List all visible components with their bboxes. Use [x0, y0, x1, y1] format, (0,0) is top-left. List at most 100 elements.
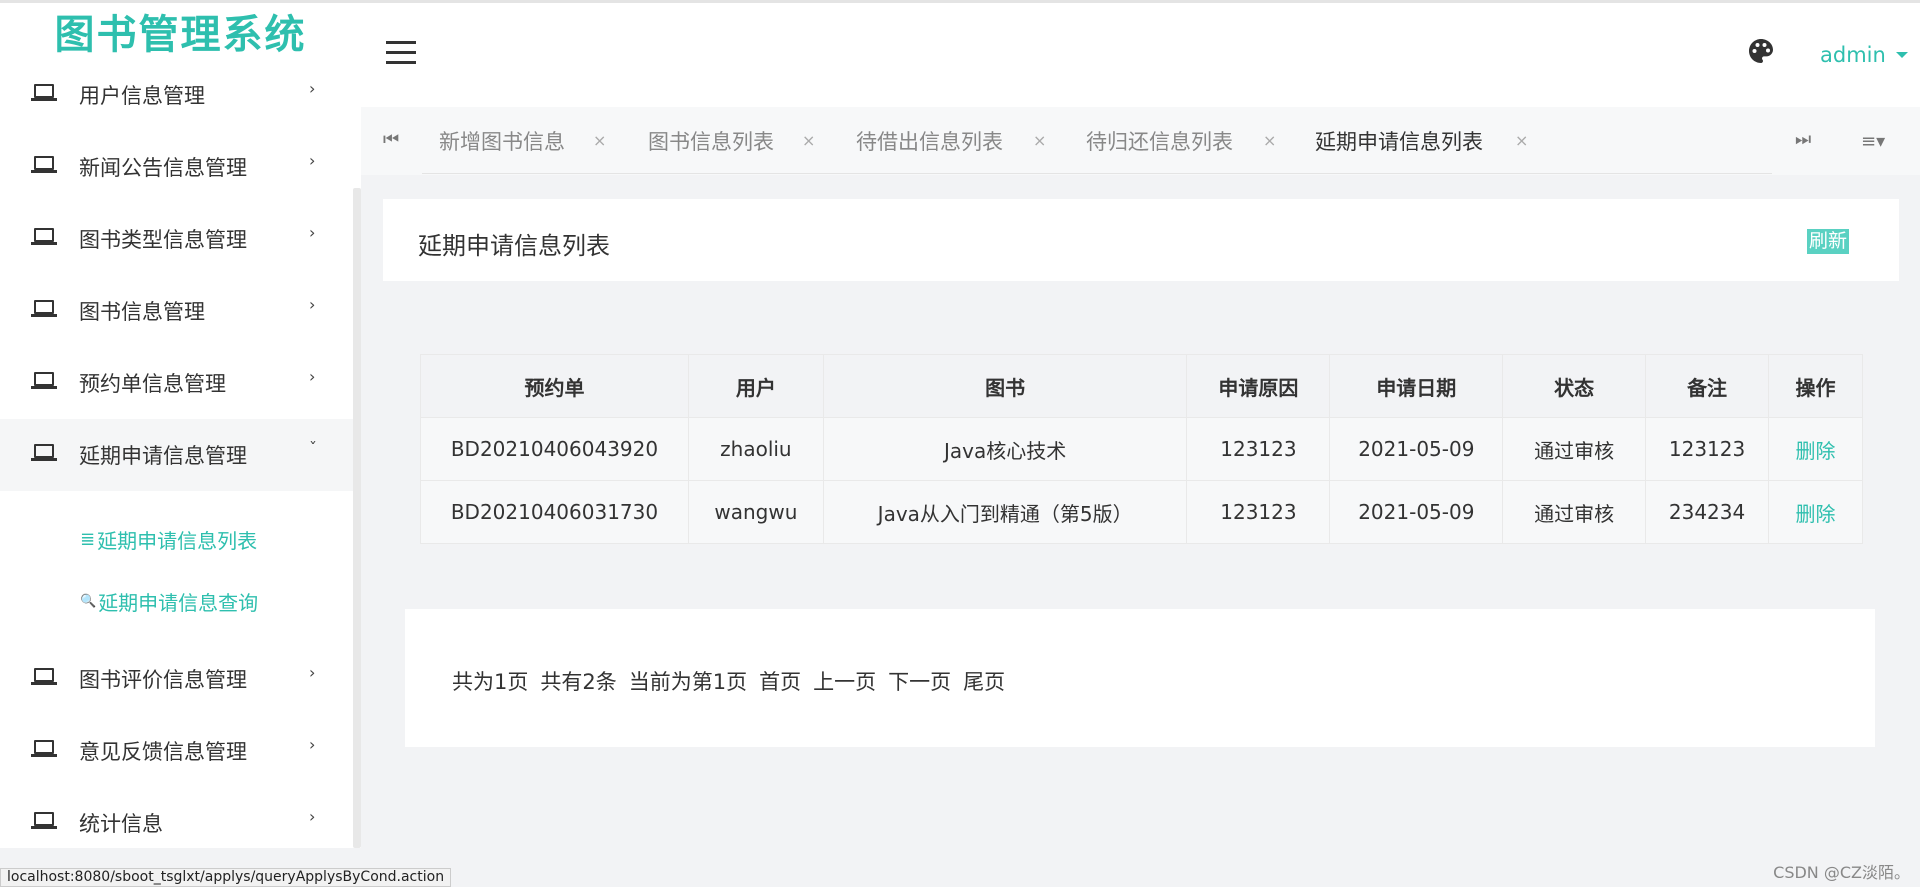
- submenu-item-label: 延期申请信息查询: [98, 591, 259, 615]
- tabs-divider: [422, 173, 1772, 174]
- tab-label: 图书信息列表: [648, 130, 774, 154]
- cell-user: wangwu: [687, 480, 824, 544]
- sidebar-item-label: 统计信息: [79, 812, 163, 836]
- pager-current-page: 当前为第1页: [628, 670, 748, 694]
- user-menu[interactable]: admin: [1820, 43, 1908, 67]
- laptop-icon: [31, 227, 57, 247]
- chevron-right-icon: ›: [309, 735, 316, 754]
- list-icon: ≣: [80, 529, 96, 550]
- pagination-panel: 共为1页 共有2条 当前为第1页 首页 上一页 下一页 尾页: [405, 609, 1875, 747]
- close-icon[interactable]: ×: [593, 131, 606, 150]
- table-header-row: 预约单 用户 图书 申请原因 申请日期 状态 备注 操作: [420, 354, 1863, 418]
- sidebar-item-books[interactable]: 图书信息管理 ›: [0, 275, 353, 347]
- column-header: 操作: [1768, 354, 1863, 418]
- tab-label: 待归还信息列表: [1086, 130, 1233, 154]
- column-header: 备注: [1645, 354, 1770, 418]
- laptop-icon: [31, 667, 57, 687]
- sidebar-item-news[interactable]: 新闻公告信息管理 ›: [0, 131, 353, 203]
- tabs-bar: ⏮ 新增图书信息 × 图书信息列表 × 待借出信息列表 × 待归还信息列表 × …: [361, 107, 1920, 175]
- hamburger-menu-icon[interactable]: [386, 41, 416, 65]
- close-icon[interactable]: ×: [1033, 131, 1046, 150]
- sidebar-item-book-reviews[interactable]: 图书评价信息管理 ›: [0, 643, 353, 715]
- user-name: admin: [1820, 43, 1886, 67]
- tab-extension-list[interactable]: 延期申请信息列表 ×: [1315, 127, 1528, 155]
- column-header: 用户: [687, 354, 824, 418]
- tabs-first-icon[interactable]: ⏮: [383, 129, 399, 150]
- extension-table: 预约单 用户 图书 申请原因 申请日期 状态 备注 操作 BD202104060…: [420, 354, 1863, 544]
- cell-order: BD20210406043920: [420, 417, 689, 481]
- sidebar-item-feedback[interactable]: 意见反馈信息管理 ›: [0, 715, 353, 787]
- cell-status: 通过审核: [1502, 417, 1647, 481]
- submenu-item-extension-list[interactable]: ≣ 延期申请信息列表: [80, 525, 257, 554]
- palette-icon[interactable]: [1747, 37, 1775, 65]
- laptop-icon: [31, 739, 57, 759]
- tab-book-list[interactable]: 图书信息列表 ×: [648, 127, 815, 155]
- cell-book: Java从入门到精通（第5版）: [822, 480, 1188, 544]
- table-row: BD20210406031730 wangwu Java从入门到精通（第5版） …: [420, 480, 1863, 544]
- submenu-item-extension-query[interactable]: 🔍 延期申请信息查询: [80, 587, 258, 616]
- column-header: 申请日期: [1329, 354, 1504, 418]
- search-icon: 🔍: [80, 594, 97, 609]
- cell-status: 通过审核: [1502, 480, 1647, 544]
- delete-link[interactable]: 删除: [1796, 502, 1836, 526]
- tab-label: 延期申请信息列表: [1315, 130, 1483, 154]
- chevron-right-icon: ›: [309, 663, 316, 682]
- sidebar-submenu: ≣ 延期申请信息列表 🔍 延期申请信息查询: [0, 491, 353, 643]
- sidebar-item-label: 预约单信息管理: [79, 372, 226, 396]
- sidebar-item-extension-requests[interactable]: 延期申请信息管理 ˇ: [0, 419, 361, 491]
- cell-book: Java核心技术: [822, 417, 1188, 481]
- cell-note: 123123: [1645, 417, 1770, 481]
- tab-add-book[interactable]: 新增图书信息 ×: [439, 127, 606, 155]
- top-header: admin: [361, 3, 1920, 107]
- sidebar-item-label: 图书类型信息管理: [79, 228, 247, 252]
- sidebar-item-label: 延期申请信息管理: [79, 444, 247, 468]
- sidebar-item-statistics[interactable]: 统计信息 ›: [0, 787, 353, 848]
- tabs-last-icon[interactable]: ⏭: [1795, 129, 1811, 150]
- pager-total-pages: 共为1页: [452, 670, 529, 694]
- close-icon[interactable]: ×: [1515, 131, 1528, 150]
- pagination: 共为1页 共有2条 当前为第1页 首页 上一页 下一页 尾页: [452, 666, 1017, 696]
- laptop-icon: [31, 811, 57, 831]
- chevron-right-icon: ›: [309, 367, 316, 386]
- cell-reason: 123123: [1186, 480, 1331, 544]
- sidebar-item-label: 意见反馈信息管理: [79, 740, 247, 764]
- cell-date: 2021-05-09: [1329, 417, 1504, 481]
- sidebar-item-book-types[interactable]: 图书类型信息管理 ›: [0, 203, 353, 275]
- sidebar-scrollbar[interactable]: [353, 188, 361, 848]
- sidebar-item-label: 图书信息管理: [79, 300, 205, 324]
- caret-down-icon: [1895, 52, 1908, 58]
- column-header: 图书: [822, 354, 1188, 418]
- chevron-right-icon: ›: [309, 79, 316, 98]
- cell-note: 234234: [1645, 480, 1770, 544]
- cell-action: 删除: [1768, 417, 1863, 481]
- sidebar-item-reservations[interactable]: 预约单信息管理 ›: [0, 347, 353, 419]
- pager-total-items: 共有2条: [540, 670, 617, 694]
- sidebar-item-label: 图书评价信息管理: [79, 668, 247, 692]
- app-title: 图书管理系统: [54, 12, 307, 58]
- pager-last-link[interactable]: 尾页: [963, 666, 1005, 696]
- refresh-button[interactable]: 刷新: [1807, 229, 1850, 254]
- pager-next-link[interactable]: 下一页: [888, 666, 951, 696]
- panel-header: 延期申请信息列表 刷新: [383, 199, 1899, 281]
- close-icon[interactable]: ×: [1263, 131, 1276, 150]
- sidebar-item-users[interactable]: 用户信息管理 ›: [0, 59, 353, 131]
- chevron-right-icon: ›: [309, 151, 316, 170]
- extension-table-wrapper: 预约单 用户 图书 申请原因 申请日期 状态 备注 操作 BD202104060…: [420, 354, 1863, 544]
- delete-link[interactable]: 删除: [1796, 439, 1836, 463]
- close-icon[interactable]: ×: [802, 131, 815, 150]
- pager-prev-link[interactable]: 上一页: [813, 666, 876, 696]
- laptop-icon: [31, 443, 57, 463]
- sidebar-item-label: 用户信息管理: [79, 84, 205, 108]
- browser-status-url: localhost:8080/sboot_tsglxt/applys/query…: [0, 868, 452, 887]
- tabs-menu-icon[interactable]: ≡▾: [1861, 131, 1885, 152]
- tab-pending-lend[interactable]: 待借出信息列表 ×: [856, 127, 1046, 155]
- tab-pending-return[interactable]: 待归还信息列表 ×: [1086, 127, 1276, 155]
- chevron-right-icon: ›: [309, 223, 316, 242]
- tab-label: 新增图书信息: [439, 130, 565, 154]
- column-header: 预约单: [420, 354, 689, 418]
- watermark: CSDN @CZ淡陌。: [1773, 863, 1910, 882]
- tab-label: 待借出信息列表: [856, 130, 1003, 154]
- chevron-right-icon: ›: [309, 295, 316, 314]
- pager-first-link[interactable]: 首页: [759, 666, 801, 696]
- laptop-icon: [31, 299, 57, 319]
